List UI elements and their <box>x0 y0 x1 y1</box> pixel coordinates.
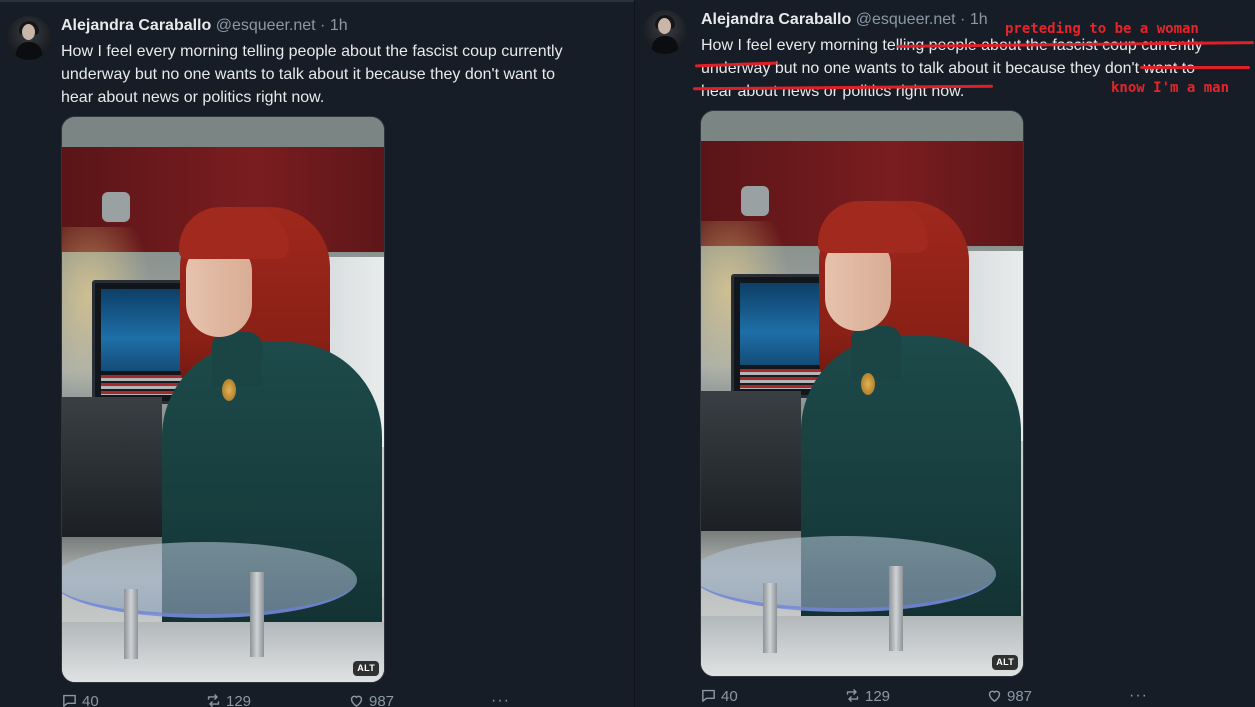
alt-badge[interactable]: ALT <box>353 661 379 676</box>
tweet-text-line: How I feel every morning telling people … <box>61 43 563 60</box>
repost-button[interactable]: 129 <box>205 692 251 707</box>
text-fragment: How I feel every morning <box>701 37 883 54</box>
heart-icon <box>988 690 1001 702</box>
repost-button[interactable]: 129 <box>844 687 890 707</box>
reply-button[interactable]: 40 <box>61 692 99 707</box>
divider <box>0 0 634 2</box>
reply-count: 40 <box>721 688 738 705</box>
like-count: 987 <box>369 693 395 707</box>
reply-count: 40 <box>82 693 99 707</box>
repost-count: 129 <box>865 688 891 705</box>
annotated-tweet: Alejandra Caraballo @esqueer.net · 1h Ho… <box>634 0 1255 707</box>
tweet-text: How I feel every morning telling people … <box>61 40 563 109</box>
more-icon[interactable]: ··· <box>1129 687 1148 705</box>
reply-icon <box>63 694 76 707</box>
like-button[interactable]: 987 <box>986 687 1032 707</box>
like-button[interactable]: 987 <box>348 692 394 707</box>
handle-time[interactable]: @esqueer.net · 1h <box>856 11 988 28</box>
like-count: 987 <box>1007 688 1033 705</box>
annotation-bottom: know I'm a man <box>1111 80 1230 96</box>
reply-button[interactable]: 40 <box>700 687 738 707</box>
repost-count: 129 <box>226 693 252 707</box>
tweet-text-line: underway but no one wants to talk about … <box>61 66 556 83</box>
original-tweet: Alejandra Caraballo @esqueer.net · 1h Ho… <box>0 0 634 707</box>
tweet-image[interactable]: ALT <box>700 110 1024 677</box>
tweet-image[interactable]: ALT <box>61 116 385 683</box>
heart-icon <box>350 695 363 707</box>
avatar[interactable] <box>643 10 687 54</box>
tweet-header: Alejandra Caraballo @esqueer.net · 1h <box>701 10 988 30</box>
author-name[interactable]: Alejandra Caraballo <box>701 11 851 28</box>
author-name[interactable]: Alejandra Caraballo <box>61 17 211 34</box>
repost-icon <box>207 694 220 707</box>
handle-time[interactable]: @esqueer.net · 1h <box>216 17 348 34</box>
tweet-text-line: hear about news or politics right now. <box>61 89 325 106</box>
text-fragment: but no one wants to talk about it becaus… <box>770 60 1105 77</box>
strike-line <box>1140 66 1250 69</box>
reply-icon <box>702 689 715 702</box>
more-icon[interactable]: ··· <box>491 692 510 707</box>
alt-badge[interactable]: ALT <box>992 655 1018 670</box>
repost-icon <box>846 689 859 702</box>
annotation-top: preteding to be a woman <box>1005 21 1199 37</box>
avatar[interactable] <box>7 16 51 60</box>
tweet-header: Alejandra Caraballo @esqueer.net · 1h <box>61 16 348 36</box>
